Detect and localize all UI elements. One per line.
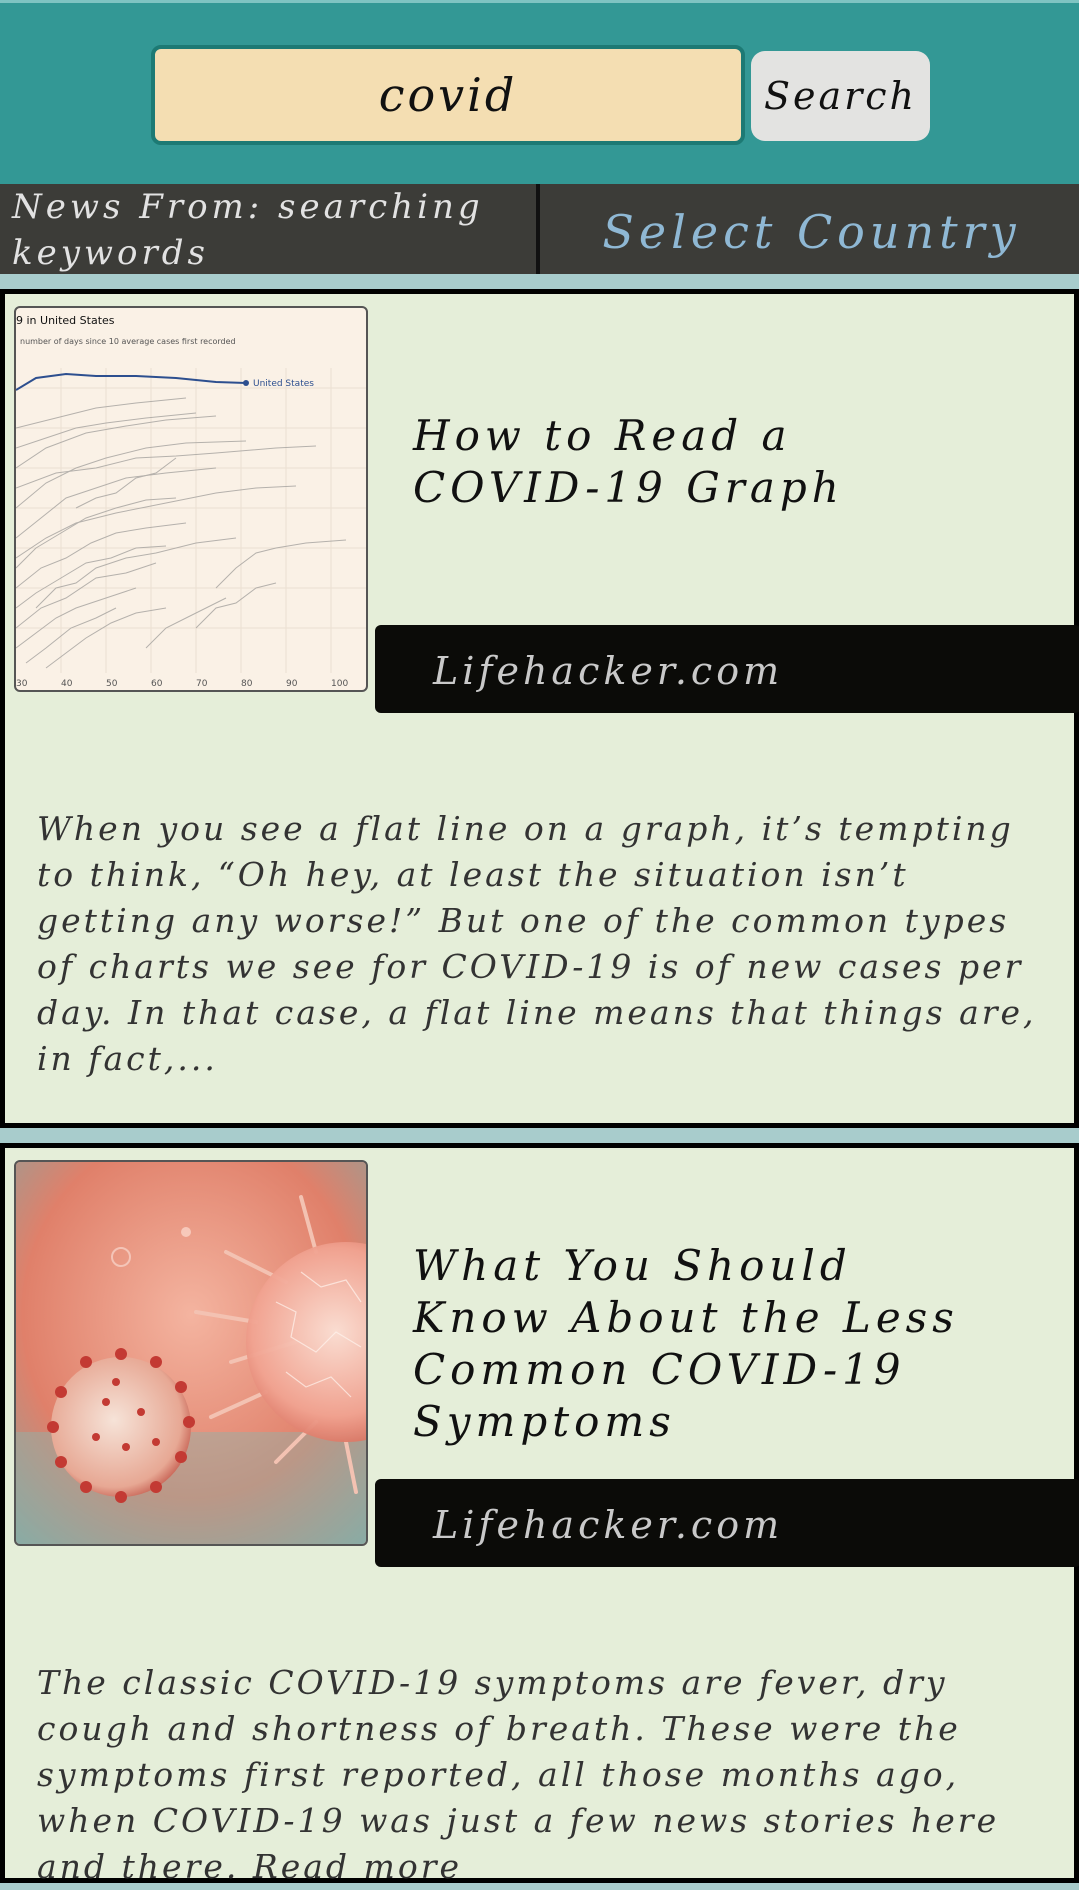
article-title[interactable]: What You Should Know About the Less Comm… [413,1240,973,1448]
chart-thumbnail-graphic: United States 9 in United States number … [16,314,366,689]
filter-bar: News From: searching keywords Select Cou… [0,184,1079,274]
chart-title: 9 in United States [16,314,115,327]
news-from-label: News From: searching keywords [0,184,540,274]
select-country-button[interactable]: Select Country [544,184,1079,274]
header: Search [0,0,1079,184]
article-thumbnail[interactable] [14,1160,368,1546]
article-source-bar[interactable]: Lifehacker.com [375,1479,1079,1567]
chart-subtitle: number of days since 10 average cases fi… [20,337,236,346]
article-source: Lifehacker.com [433,1503,784,1547]
article-description: The classic COVID-19 symptoms are fever,… [37,1663,1000,1886]
search-button[interactable]: Search [751,51,930,141]
search-input[interactable] [151,45,745,145]
article-card[interactable]: What You Should Know About the Less Comm… [0,1143,1079,1886]
article-description: When you see a flat line on a graph, it’… [37,809,1037,1078]
x-tick-label: 50 [106,679,118,689]
x-tick-label: 60 [151,679,163,689]
article-thumbnail[interactable]: United States 9 in United States number … [14,306,368,692]
article-source-bar[interactable]: Lifehacker.com [375,625,1079,713]
x-tick-label: 100 [331,679,348,689]
article-card[interactable]: United States 9 in United States number … [0,289,1079,1128]
x-tick-label: 70 [196,679,208,689]
chart-series-label: United States [253,379,314,389]
x-tick-label: 90 [286,679,298,689]
x-tick-label: 30 [16,679,28,689]
article-title[interactable]: How to Read a COVID-19 Graph [413,410,973,514]
x-tick-label: 40 [61,679,73,689]
virus-image [16,1162,366,1544]
x-tick-label: 80 [241,679,253,689]
article-source: Lifehacker.com [433,649,784,693]
